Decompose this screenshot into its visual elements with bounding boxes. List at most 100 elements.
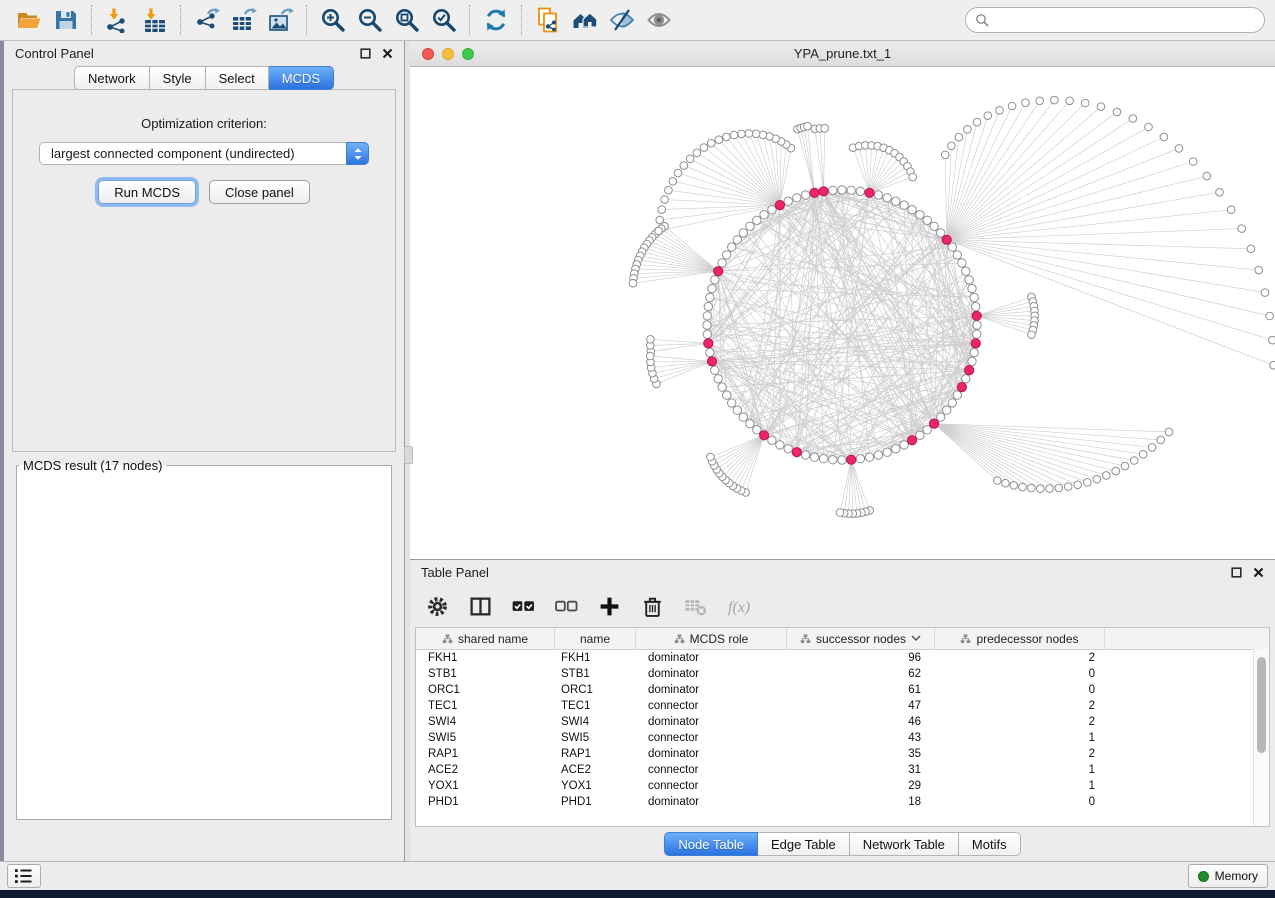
zoom-selected-icon — [431, 7, 457, 33]
table-cell: STB1 — [416, 668, 555, 680]
column-header-successor-nodes[interactable]: successor nodes — [787, 628, 935, 649]
window-close-button[interactable] — [422, 48, 434, 60]
split-panel-icon — [469, 595, 492, 618]
zoom-fit-button[interactable] — [388, 3, 425, 37]
column-header-predecessor-nodes[interactable]: predecessor nodes — [935, 628, 1105, 649]
export-table-button[interactable] — [225, 3, 262, 37]
table-cell: 0 — [935, 668, 1105, 680]
close-panel-icon[interactable] — [1253, 567, 1264, 578]
network-canvas[interactable] — [410, 67, 1275, 559]
float-panel-icon[interactable] — [1231, 567, 1242, 578]
zoom-out-button[interactable] — [351, 3, 388, 37]
export-network-icon — [194, 7, 220, 33]
import-table-icon — [142, 7, 168, 33]
float-panel-icon[interactable] — [360, 48, 371, 59]
window-minimize-button[interactable] — [442, 48, 454, 60]
add-button[interactable] — [598, 595, 621, 618]
table-row[interactable]: PHD1PHD1dominator180 — [416, 794, 1269, 810]
tab-network[interactable]: Network — [74, 66, 150, 90]
table-row[interactable]: YOX1YOX1connector291 — [416, 778, 1269, 794]
zoom-in-button[interactable] — [314, 3, 351, 37]
deselect-all-button[interactable] — [555, 595, 578, 618]
export-image-icon — [268, 7, 294, 33]
open-button[interactable] — [10, 3, 47, 37]
table-panel-tabs: Node TableEdge TableNetwork TableMotifs — [410, 827, 1275, 861]
table-row[interactable]: ORC1ORC1dominator610 — [416, 682, 1269, 698]
table-header-row: shared name name MCDS rolesuccessor nodesp… — [416, 628, 1269, 650]
hide-selected-button[interactable] — [603, 3, 640, 37]
table-row[interactable]: SWI5SWI5connector431 — [416, 730, 1269, 746]
tab-style[interactable]: Style — [150, 66, 206, 90]
search-input[interactable] — [995, 12, 1255, 28]
table-row[interactable]: STB1STB1dominator620 — [416, 666, 1269, 682]
panel-menu-button[interactable] — [7, 864, 41, 888]
column-header-shared-name[interactable]: shared name — [416, 628, 555, 649]
table-scrollbar-thumb[interactable] — [1257, 657, 1266, 753]
tab-node-table[interactable]: Node Table — [664, 832, 758, 856]
tab-edge-table[interactable]: Edge Table — [758, 832, 850, 856]
select-all-button[interactable] — [512, 595, 535, 618]
table-panel-header: Table Panel — [410, 560, 1275, 585]
open-icon — [16, 7, 42, 33]
table-cell: 0 — [935, 796, 1105, 808]
zoom-selected-button[interactable] — [425, 3, 462, 37]
table-scrollbar[interactable] — [1253, 649, 1269, 826]
criterion-select[interactable]: largest connected component (undirected) — [39, 142, 369, 165]
table-cell: ORC1 — [555, 684, 636, 696]
clone-network-button[interactable] — [529, 3, 566, 37]
table-panel-title: Table Panel — [421, 565, 489, 580]
close-panel-button[interactable]: Close panel — [209, 180, 310, 204]
delete-button[interactable] — [641, 595, 664, 618]
control-panel-title: Control Panel — [15, 46, 94, 61]
column-label: name — [580, 632, 610, 646]
import-network-button[interactable] — [99, 3, 136, 37]
splitter-grip[interactable] — [404, 446, 413, 464]
column-header-mcds-role[interactable]: MCDS role — [636, 628, 787, 649]
table-cell: 96 — [787, 652, 935, 664]
search-box[interactable] — [965, 7, 1265, 33]
refresh-button[interactable] — [477, 3, 514, 37]
memory-button[interactable]: Memory — [1188, 864, 1268, 888]
tab-mcds[interactable]: MCDS — [269, 66, 334, 90]
table-cell: ACE2 — [416, 764, 555, 776]
criterion-select-stepper[interactable] — [346, 142, 369, 165]
tab-select[interactable]: Select — [206, 66, 269, 90]
window-zoom-button[interactable] — [462, 48, 474, 60]
column-header-name[interactable]: name — [555, 628, 636, 649]
table-cell: YOX1 — [555, 780, 636, 792]
table-row[interactable]: FKH1FKH1dominator962 — [416, 650, 1269, 666]
run-mcds-button[interactable]: Run MCDS — [98, 180, 196, 204]
table-cell: 29 — [787, 780, 935, 792]
table-row[interactable]: RAP1RAP1dominator352 — [416, 746, 1269, 762]
vertical-splitter[interactable] — [405, 41, 410, 861]
export-image-button[interactable] — [262, 3, 299, 37]
control-panel-header: Control Panel — [4, 41, 404, 66]
import-table-button[interactable] — [136, 3, 173, 37]
main-toolbar — [0, 0, 1275, 41]
destroy-table-icon — [684, 595, 707, 618]
node-table: shared name name MCDS rolesuccessor nodesp… — [415, 627, 1270, 827]
export-network-button[interactable] — [188, 3, 225, 37]
table-cell: SWI4 — [555, 716, 636, 728]
tab-motifs[interactable]: Motifs — [959, 832, 1021, 856]
add-icon — [598, 595, 621, 618]
deselect-all-icon — [555, 595, 578, 618]
column-label: shared name — [458, 632, 528, 646]
save-button[interactable] — [47, 3, 84, 37]
table-row[interactable]: SWI4SWI4dominator462 — [416, 714, 1269, 730]
table-row[interactable]: ACE2ACE2connector311 — [416, 762, 1269, 778]
zoom-in-icon — [320, 7, 346, 33]
network-graph[interactable] — [410, 67, 1275, 559]
houses-icon — [572, 7, 598, 33]
table-row[interactable]: TEC1TEC1connector472 — [416, 698, 1269, 714]
table-cell: 2 — [935, 652, 1105, 664]
table-cell: dominator — [636, 668, 787, 680]
settings-button[interactable] — [426, 595, 449, 618]
close-panel-icon[interactable] — [382, 48, 393, 59]
tab-network-table[interactable]: Network Table — [850, 832, 959, 856]
houses-button[interactable] — [566, 3, 603, 37]
toolbar-separator — [180, 5, 181, 35]
svg-text:f(x): f(x) — [728, 599, 750, 616]
function-builder-icon: f(x) — [727, 595, 757, 618]
split-panel-button[interactable] — [469, 595, 492, 618]
